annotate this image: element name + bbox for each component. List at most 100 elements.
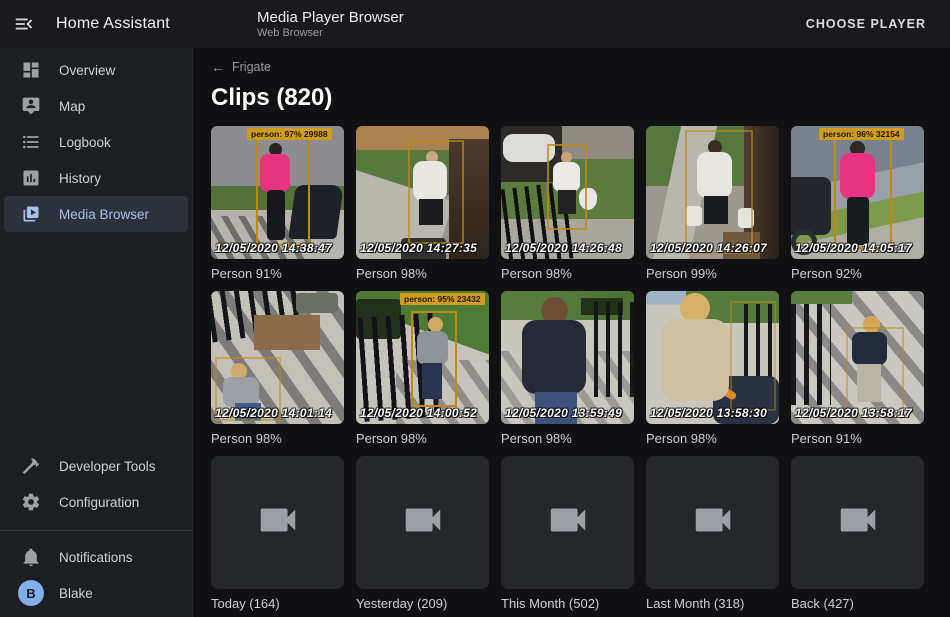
- clip-card[interactable]: person: 95% 23432 12/05/2020 14:00:52 Pe…: [356, 291, 489, 447]
- sidebar-item-label: History: [59, 171, 101, 186]
- topbar-left: Home Assistant: [0, 0, 193, 48]
- clip-card[interactable]: 12/05/2020 14:01:14 Person 98%: [211, 291, 344, 447]
- clips-grid: person: 97% 29988 12/05/2020 14:38:47 Pe…: [211, 126, 933, 612]
- clip-timestamp: 12/05/2020 13:58:17: [795, 406, 912, 420]
- clip-timestamp: 12/05/2020 14:27:35: [360, 241, 477, 255]
- sidebar-item-label: Developer Tools: [59, 459, 156, 474]
- video-camera-icon: [400, 497, 446, 548]
- page-title: Clips (820): [211, 84, 933, 112]
- sidebar-item-label: Media Browser: [59, 207, 149, 222]
- folder-card[interactable]: This Month (502): [501, 456, 634, 612]
- clip-thumbnail: 12/05/2020 14:26:07: [646, 126, 779, 259]
- sidebar-item[interactable]: Map: [4, 88, 188, 124]
- view-dashboard-icon: [21, 60, 41, 80]
- folder-label: Last Month (318): [646, 596, 779, 612]
- clip-thumbnail: 12/05/2020 13:58:30: [646, 291, 779, 424]
- clip-label: Person 98%: [356, 431, 489, 447]
- detection-bounding-box: [408, 140, 464, 244]
- folder-label: Yesterday (209): [356, 596, 489, 612]
- sidebar-nav: Overview Map Logbook History Media Brows…: [0, 48, 192, 232]
- clip-thumbnail: person: 95% 23432 12/05/2020 14:00:52: [356, 291, 489, 424]
- media-player-subtitle: Web Browser: [257, 27, 404, 40]
- clip-label: Person 92%: [791, 266, 924, 282]
- clip-label: Person 98%: [646, 431, 779, 447]
- folder-label: Today (164): [211, 596, 344, 612]
- avatar: B: [18, 580, 44, 606]
- video-camera-icon: [835, 497, 881, 548]
- detection-label-chip: person: 95% 23432: [400, 293, 485, 305]
- folder-tile: [501, 456, 634, 589]
- clip-label: Person 98%: [501, 431, 634, 447]
- clip-card[interactable]: 12/05/2020 14:27:35 Person 98%: [356, 126, 489, 282]
- folder-tile: [211, 456, 344, 589]
- detection-bounding-box: [411, 311, 457, 407]
- detection-bounding-box: [730, 301, 776, 411]
- sidebar-divider: [0, 530, 192, 531]
- clip-thumbnail: 12/05/2020 14:27:35: [356, 126, 489, 259]
- clip-timestamp: 12/05/2020 14:26:07: [650, 241, 767, 255]
- sidebar-item-profile[interactable]: B Blake: [4, 575, 188, 611]
- clip-thumbnail: 12/05/2020 13:59:49: [501, 291, 634, 424]
- sidebar-item[interactable]: Media Browser: [4, 196, 188, 232]
- detection-label-chip: person: 96% 32154: [819, 128, 904, 140]
- folder-card[interactable]: Last Month (318): [646, 456, 779, 612]
- folder-card[interactable]: Back (427): [791, 456, 924, 612]
- clip-label: Person 91%: [791, 431, 924, 447]
- sidebar-footer: Developer Tools Configuration Notificati…: [0, 448, 192, 617]
- play-box-multiple-icon: [21, 204, 41, 224]
- clip-timestamp: 12/05/2020 14:01:14: [215, 406, 332, 420]
- clip-card[interactable]: 12/05/2020 13:58:30 Person 98%: [646, 291, 779, 447]
- app-title: Home Assistant: [56, 15, 170, 33]
- sidebar-item[interactable]: Configuration: [4, 484, 188, 520]
- folder-label: Back (427): [791, 596, 924, 612]
- menu-open-icon[interactable]: [0, 0, 48, 48]
- media-browser-content: ← Frigate Clips (820) person: 97% 29988 …: [194, 48, 950, 617]
- clip-timestamp: 12/05/2020 14:26:48: [505, 241, 622, 255]
- clip-thumbnail: person: 97% 29988 12/05/2020 14:38:47: [211, 126, 344, 259]
- clip-label: Person 99%: [646, 266, 779, 282]
- folder-tile: [646, 456, 779, 589]
- detection-bounding-box: [685, 130, 753, 254]
- sidebar: Overview Map Logbook History Media Brows…: [0, 48, 193, 617]
- breadcrumb-back[interactable]: ← Frigate: [211, 58, 271, 76]
- clip-label: Person 98%: [501, 266, 634, 282]
- video-camera-icon: [255, 497, 301, 548]
- clip-card[interactable]: person: 97% 29988 12/05/2020 14:38:47 Pe…: [211, 126, 344, 282]
- clip-timestamp: 12/05/2020 13:59:49: [505, 406, 622, 420]
- media-player-title: Media Player Browser: [257, 9, 404, 27]
- sidebar-item-notifications[interactable]: Notifications: [4, 539, 188, 575]
- sidebar-item[interactable]: Developer Tools: [4, 448, 188, 484]
- tooltip-account-icon: [21, 96, 41, 116]
- choose-player-button[interactable]: CHOOSE PLAYER: [798, 9, 934, 39]
- detection-label-chip: person: 97% 29988: [247, 128, 332, 140]
- media-player-header: Media Player Browser Web Browser: [257, 9, 404, 40]
- clip-card[interactable]: 12/05/2020 14:26:07 Person 99%: [646, 126, 779, 282]
- detection-bounding-box: [846, 327, 904, 417]
- sidebar-item-label: Overview: [59, 63, 115, 78]
- video-camera-icon: [545, 497, 591, 548]
- sidebar-item[interactable]: Overview: [4, 52, 188, 88]
- clip-label: Person 98%: [356, 266, 489, 282]
- clip-card[interactable]: 12/05/2020 13:59:49 Person 98%: [501, 291, 634, 447]
- hammer-icon: [21, 456, 41, 476]
- folder-tile: [791, 456, 924, 589]
- clip-thumbnail: 12/05/2020 14:01:14: [211, 291, 344, 424]
- clip-timestamp: 12/05/2020 14:05:17: [795, 241, 912, 255]
- sidebar-item[interactable]: History: [4, 160, 188, 196]
- clip-timestamp: 12/05/2020 14:38:47: [215, 241, 332, 255]
- breadcrumb-label: Frigate: [232, 60, 271, 74]
- folder-card[interactable]: Today (164): [211, 456, 344, 612]
- clip-thumbnail: 12/05/2020 13:58:17: [791, 291, 924, 424]
- video-camera-icon: [690, 497, 736, 548]
- chart-box-icon: [21, 168, 41, 188]
- clip-card[interactable]: 12/05/2020 14:26:48 Person 98%: [501, 126, 634, 282]
- clip-card[interactable]: 12/05/2020 13:58:17 Person 91%: [791, 291, 924, 447]
- folder-card[interactable]: Yesterday (209): [356, 456, 489, 612]
- sidebar-item[interactable]: Logbook: [4, 124, 188, 160]
- clip-timestamp: 12/05/2020 13:58:30: [650, 406, 767, 420]
- list-bulleted-icon: [21, 132, 41, 152]
- user-name: Blake: [59, 586, 93, 601]
- clip-card[interactable]: person: 96% 32154 12/05/2020 14:05:17 Pe…: [791, 126, 924, 282]
- clip-label: Person 98%: [211, 431, 344, 447]
- notifications-label: Notifications: [59, 550, 133, 565]
